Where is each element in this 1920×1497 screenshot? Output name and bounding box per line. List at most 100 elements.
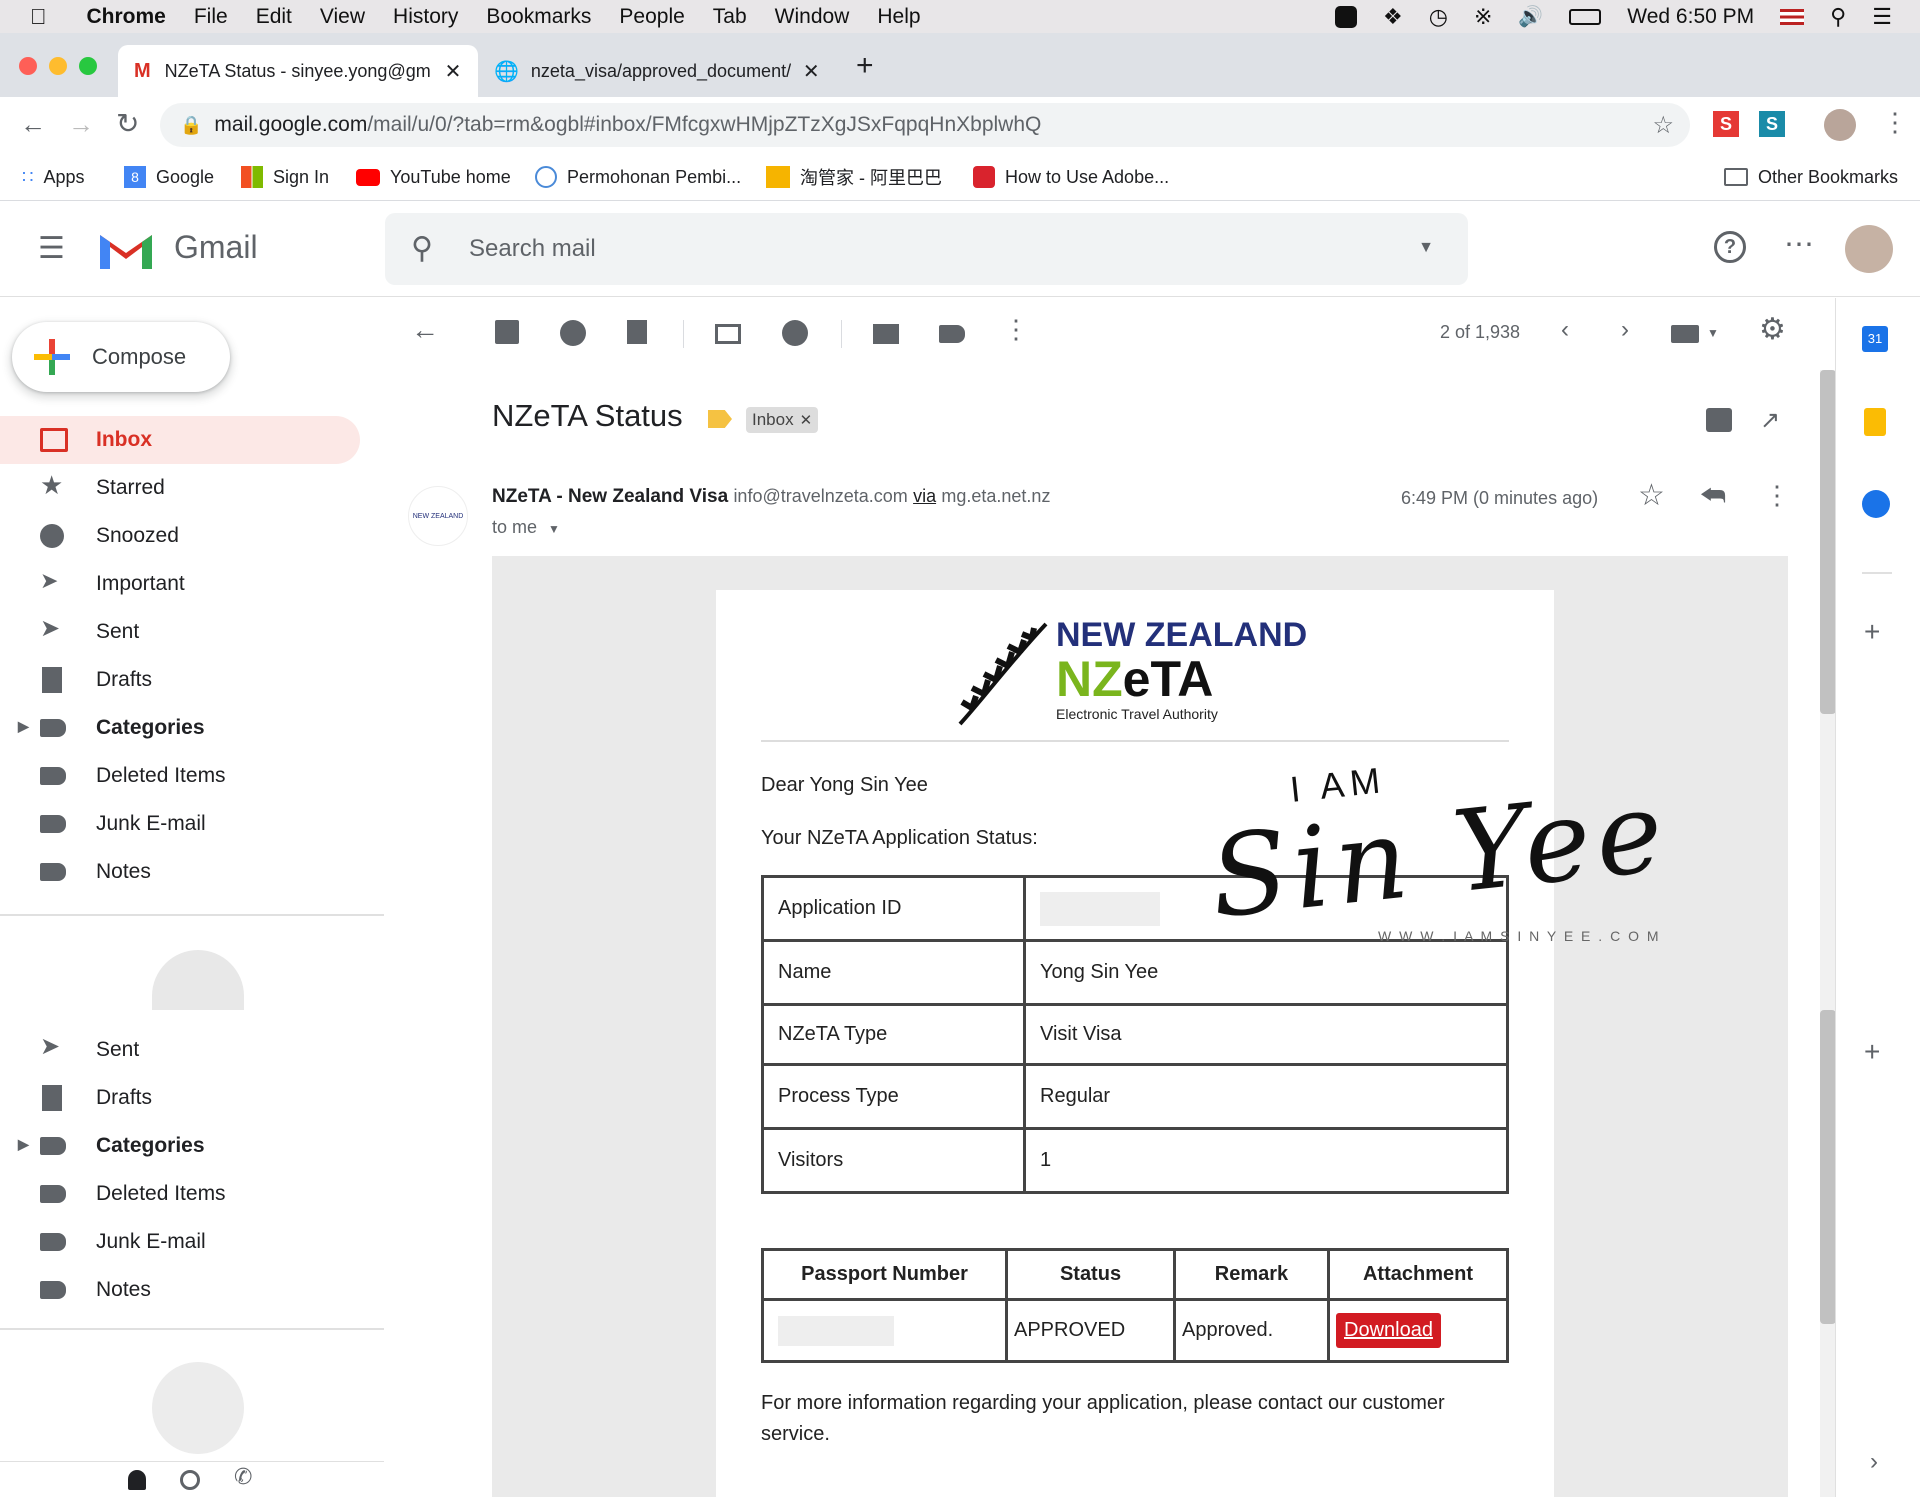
nav-important[interactable]: ➤ Important bbox=[0, 560, 360, 608]
tab-gmail[interactable]: M NZeTA Status - sinyee.yong@gm ✕ bbox=[118, 45, 478, 97]
bookmark-permohonan[interactable]: Permohonan Pembi... bbox=[535, 163, 741, 191]
search-input[interactable] bbox=[469, 213, 1369, 285]
nav-deleted-items[interactable]: Deleted Items bbox=[0, 752, 360, 800]
expand-panel-icon[interactable]: › bbox=[1870, 1448, 1878, 1476]
menu-clock[interactable]: Wed 6:50 PM bbox=[1627, 5, 1754, 29]
nav-sent-2[interactable]: ➤ Sent bbox=[0, 1026, 360, 1074]
menu-bookmarks[interactable]: Bookmarks bbox=[486, 5, 591, 29]
menu-tab[interactable]: Tab bbox=[713, 5, 747, 29]
bookmark-other[interactable]: Other Bookmarks bbox=[1724, 163, 1898, 191]
forward-icon[interactable]: → bbox=[68, 109, 94, 140]
importance-marker-icon[interactable] bbox=[708, 410, 732, 428]
close-window-button[interactable] bbox=[19, 57, 37, 75]
time-machine-icon[interactable]: ◷ bbox=[1429, 4, 1448, 30]
scrollbar-thumb[interactable] bbox=[1820, 370, 1836, 714]
reply-icon[interactable]: ⮪ bbox=[1700, 480, 1726, 513]
flag-icon[interactable] bbox=[1780, 8, 1805, 25]
nav-drafts[interactable]: Drafts bbox=[0, 656, 360, 704]
older-icon[interactable]: › bbox=[1621, 316, 1649, 344]
app-menu[interactable]: Chrome bbox=[87, 5, 166, 29]
menu-history[interactable]: History bbox=[393, 5, 458, 29]
bookmark-apps[interactable]: ∷ Apps bbox=[22, 163, 84, 191]
nav-snoozed[interactable]: Snoozed bbox=[0, 512, 360, 560]
bookmark-sign-in[interactable]: Sign In bbox=[241, 163, 329, 191]
nav-categories[interactable]: ▶ Categories bbox=[0, 704, 360, 752]
recipient-details[interactable]: to me ▼ bbox=[492, 517, 560, 538]
nav-inbox[interactable]: Inbox bbox=[0, 416, 360, 464]
nav-categories-2[interactable]: ▶ Categories bbox=[0, 1122, 360, 1170]
newer-icon[interactable]: ‹ bbox=[1561, 316, 1589, 344]
snooze-icon[interactable] bbox=[782, 320, 808, 346]
via-link[interactable]: via bbox=[913, 486, 936, 506]
tab-nzeta-document[interactable]: 🌐 nzeta_visa/approved_document/ ✕ bbox=[490, 45, 830, 97]
compose-button[interactable]: Compose bbox=[12, 322, 230, 392]
close-tab-icon[interactable]: ✕ bbox=[445, 59, 462, 84]
address-bar[interactable]: 🔒 mail.google.com /mail/u/0/?tab=rm&ogbl… bbox=[160, 103, 1690, 147]
nav-deleted-items-2[interactable]: Deleted Items bbox=[0, 1170, 360, 1218]
bluetooth-icon[interactable]: ※ bbox=[1474, 4, 1492, 30]
more-options-icon[interactable]: ⋮ bbox=[1003, 314, 1031, 344]
reload-icon[interactable]: ↻ bbox=[116, 107, 139, 140]
bookmark-star-icon[interactable]: ☆ bbox=[1652, 111, 1674, 140]
keep-icon[interactable] bbox=[1864, 408, 1886, 436]
minimize-window-button[interactable] bbox=[49, 57, 67, 75]
input-tools-dropdown-icon[interactable]: ▼ bbox=[1707, 326, 1735, 354]
close-tab-icon[interactable]: ✕ bbox=[803, 59, 820, 84]
search-options-dropdown-icon[interactable]: ▼ bbox=[1418, 239, 1434, 257]
calendar-icon[interactable]: 31 bbox=[1862, 326, 1888, 352]
bookmark-taoguanjia[interactable]: 淘管家 - 阿里巴巴 bbox=[766, 163, 942, 191]
zoom-icon[interactable] bbox=[1335, 5, 1358, 28]
menu-file[interactable]: File bbox=[194, 5, 228, 29]
chrome-menu-icon[interactable]: ⋮ bbox=[1882, 107, 1908, 138]
expand-arrow-icon[interactable]: ▶ bbox=[18, 718, 29, 735]
move-to-icon[interactable] bbox=[873, 324, 899, 344]
nav-drafts-2[interactable]: Drafts bbox=[0, 1074, 360, 1122]
expand-arrow-icon[interactable]: ▶ bbox=[18, 1136, 29, 1153]
extension-s-blue-icon[interactable]: S bbox=[1759, 111, 1785, 137]
nav-sent[interactable]: ➤ Sent bbox=[0, 608, 360, 656]
menu-window[interactable]: Window bbox=[775, 5, 850, 29]
report-spam-icon[interactable] bbox=[560, 320, 586, 346]
labels-icon[interactable] bbox=[939, 325, 965, 343]
maximize-window-button[interactable] bbox=[79, 57, 97, 75]
archive-icon[interactable] bbox=[495, 320, 519, 344]
open-new-window-icon[interactable]: ↗ bbox=[1760, 406, 1780, 435]
star-email-icon[interactable]: ☆ bbox=[1638, 478, 1665, 513]
bookmark-youtube[interactable]: YouTube home bbox=[356, 163, 511, 191]
main-menu-icon[interactable]: ☰ bbox=[38, 231, 65, 266]
add-icon[interactable]: + bbox=[1864, 1036, 1880, 1068]
settings-gear-icon[interactable]: ⚙ bbox=[1759, 312, 1787, 346]
menu-edit[interactable]: Edit bbox=[256, 5, 292, 29]
menu-people[interactable]: People bbox=[619, 5, 684, 29]
new-tab-button[interactable]: + bbox=[856, 49, 874, 83]
nav-notes[interactable]: Notes bbox=[0, 848, 360, 896]
more-actions-icon[interactable]: ⋮ bbox=[1764, 480, 1790, 511]
download-button[interactable]: Download bbox=[1336, 1313, 1441, 1348]
back-icon[interactable]: ← bbox=[20, 109, 46, 140]
remove-label-icon[interactable]: ✕ bbox=[800, 411, 813, 429]
phone-icon[interactable]: ✆ bbox=[234, 1464, 252, 1490]
dropbox-icon[interactable]: ❖ bbox=[1383, 4, 1403, 30]
nav-notes-2[interactable]: Notes bbox=[0, 1266, 360, 1314]
help-icon[interactable]: ? bbox=[1714, 231, 1746, 263]
battery-icon[interactable] bbox=[1569, 8, 1602, 25]
input-tools-icon[interactable] bbox=[1671, 325, 1699, 343]
hangouts-chat-icon[interactable] bbox=[180, 1470, 200, 1490]
get-addons-icon[interactable]: + bbox=[1864, 616, 1880, 648]
recipient-dropdown-icon[interactable]: ▼ bbox=[548, 522, 560, 536]
menu-help[interactable]: Help bbox=[877, 5, 920, 29]
nav-starred[interactable]: ★ Starred bbox=[0, 464, 360, 512]
tasks-icon[interactable] bbox=[1862, 490, 1890, 518]
spotlight-search-icon[interactable]: ⚲ bbox=[1830, 4, 1846, 30]
contacts-icon[interactable] bbox=[128, 1470, 146, 1490]
search-icon[interactable]: ⚲ bbox=[411, 231, 433, 266]
menu-view[interactable]: View bbox=[320, 5, 365, 29]
back-to-inbox-icon[interactable]: ← bbox=[411, 314, 439, 345]
volume-icon[interactable]: 🔊 bbox=[1518, 4, 1543, 29]
mark-unread-icon[interactable] bbox=[715, 324, 741, 344]
notification-center-icon[interactable]: ☰ bbox=[1872, 4, 1892, 30]
apple-menu-icon[interactable]:  bbox=[30, 4, 47, 30]
profile-avatar[interactable] bbox=[1824, 109, 1856, 141]
delete-icon[interactable] bbox=[627, 320, 647, 344]
nav-junk-email-2[interactable]: Junk E-mail bbox=[0, 1218, 360, 1266]
